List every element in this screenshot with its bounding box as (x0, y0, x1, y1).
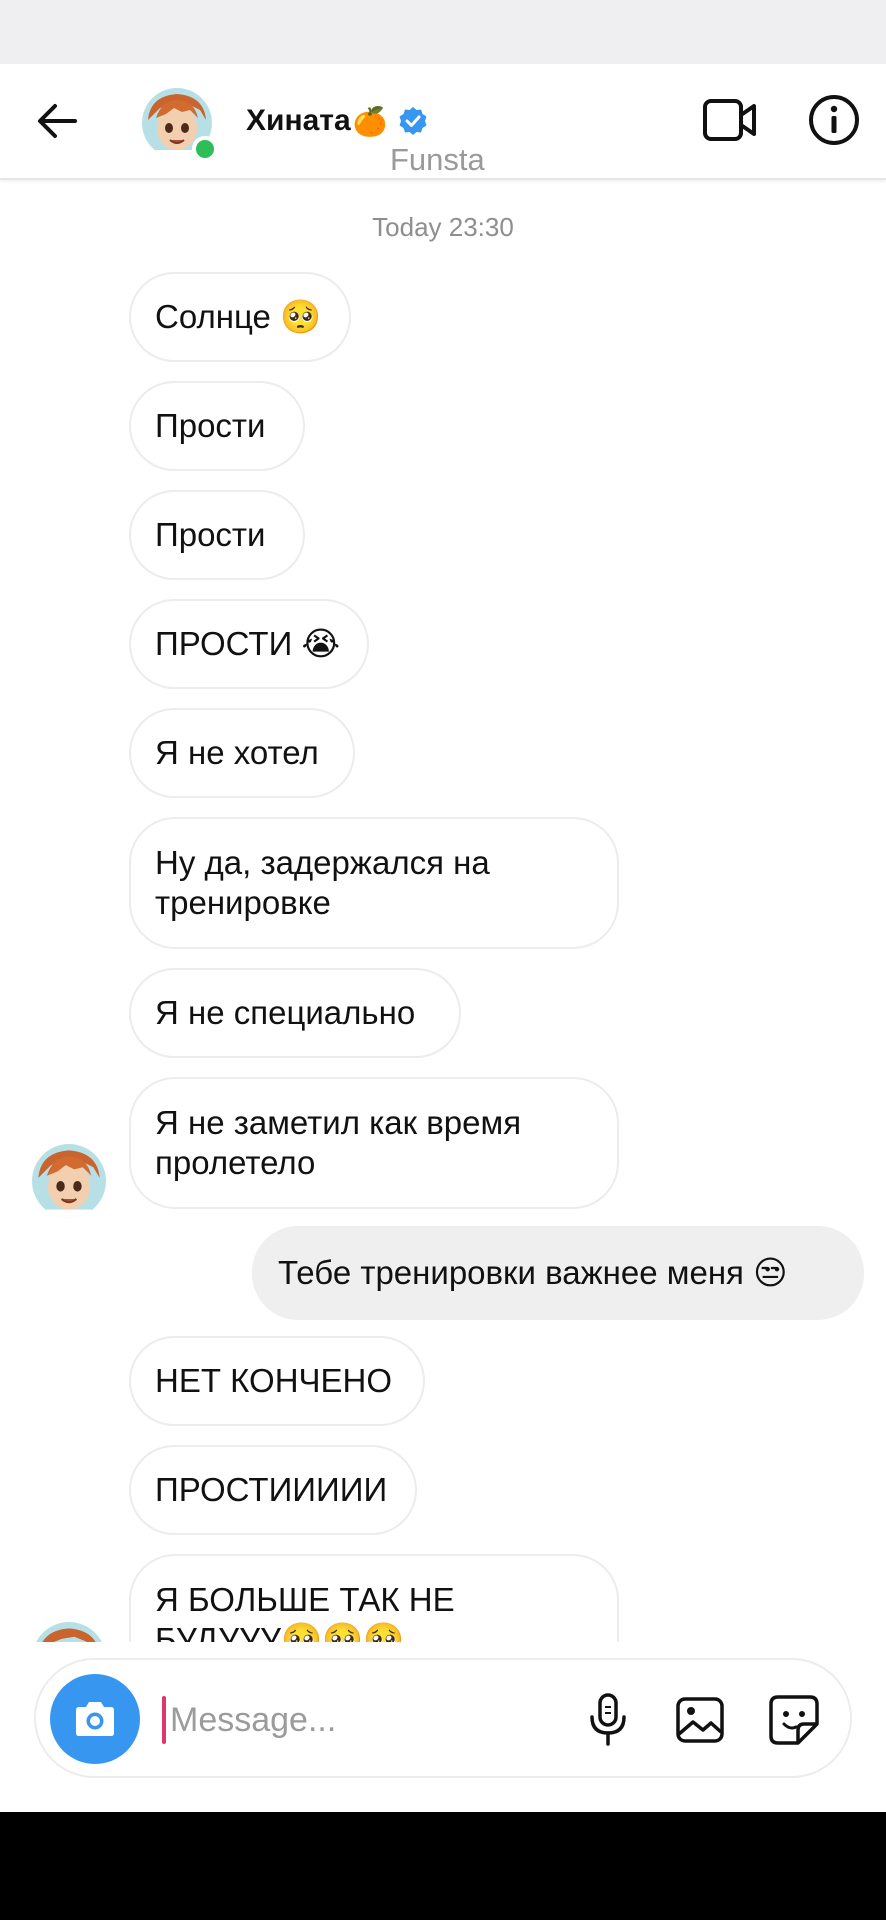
message-text: Прости (155, 516, 266, 553)
message-bubble[interactable]: Я не хотел (129, 708, 355, 798)
video-call-icon (703, 99, 756, 141)
message-text: Я не хотел (155, 734, 319, 771)
message-bubble[interactable]: Прости (129, 381, 305, 471)
message-input[interactable] (170, 1692, 470, 1748)
contact-avatar[interactable] (142, 88, 218, 162)
info-button[interactable] (806, 92, 862, 148)
microphone-icon (590, 1693, 626, 1746)
message-text: ПРОСТИ 😭 (155, 625, 341, 662)
gallery-button[interactable] (670, 1690, 730, 1750)
message-text: Я не заметил как время пролетело (155, 1104, 522, 1181)
message-bubble[interactable]: НЕТ КОНЧЕНО (129, 1336, 425, 1426)
message-text: Я не специально (155, 994, 416, 1031)
message-text: Ну да, задержался на тренировке (155, 844, 490, 921)
back-button[interactable] (30, 94, 84, 148)
camera-icon (76, 1702, 114, 1736)
online-status-indicator (192, 136, 218, 162)
contact-name[interactable]: Хината 🍊 (246, 104, 428, 138)
sticker-button[interactable] (764, 1690, 824, 1750)
info-icon (809, 95, 859, 145)
message-bubble[interactable]: Прости (129, 490, 305, 580)
message-text: НЕТ КОНЧЕНО (155, 1362, 393, 1399)
tangerine-emoji: 🍊 (352, 105, 388, 137)
contact-subtitle: Funsta (390, 142, 485, 177)
voice-message-button[interactable] (578, 1690, 638, 1750)
sender-avatar[interactable] (32, 1144, 106, 1218)
message-bubble[interactable]: Я БОЛЬШЕ ТАК НЕ БУДУУУ🥺🥺🥺 (129, 1554, 619, 1642)
message-bubble[interactable]: ПРОСТИИИИИ (129, 1445, 417, 1535)
video-call-button[interactable] (700, 92, 760, 148)
message-bubble[interactable]: Я не специально (129, 968, 461, 1058)
message-bubble[interactable]: ПРОСТИ 😭 (129, 599, 369, 689)
text-cursor (162, 1696, 166, 1744)
message-bubble[interactable]: Я не заметил как время пролетело (129, 1077, 619, 1209)
back-arrow-icon (38, 104, 77, 138)
message-text: Я БОЛЬШЕ ТАК НЕ БУДУУУ🥺🥺🥺 (155, 1581, 455, 1642)
message-bubble[interactable]: Солнце 🥺 (129, 272, 351, 362)
sent-message-bubble[interactable]: Тебе тренировки важнее меня 😒 (252, 1226, 864, 1320)
sender-avatar[interactable] (32, 1622, 106, 1642)
message-bubble[interactable]: Ну да, задержался на тренировке (129, 817, 619, 949)
system-navigation-bar (0, 1812, 886, 1920)
message-text: Солнце 🥺 (155, 298, 322, 335)
sticker-icon (769, 1695, 819, 1745)
verified-badge-icon (399, 107, 427, 135)
message-text: Прости (155, 407, 266, 444)
message-text: ПРОСТИИИИИ (155, 1471, 388, 1508)
status-bar (0, 0, 886, 64)
message-text: Тебе тренировки важнее меня 😒 (278, 1254, 788, 1291)
message-thread[interactable]: Солнце 🥺 Прости Прости ПРОСТИ 😭 Я не хот… (0, 180, 886, 1642)
camera-button[interactable] (50, 1674, 140, 1764)
gallery-icon (676, 1697, 724, 1743)
contact-name-text: Хината (246, 104, 351, 137)
chat-header: Хината 🍊 Funsta (0, 64, 886, 180)
message-composer (34, 1658, 852, 1778)
